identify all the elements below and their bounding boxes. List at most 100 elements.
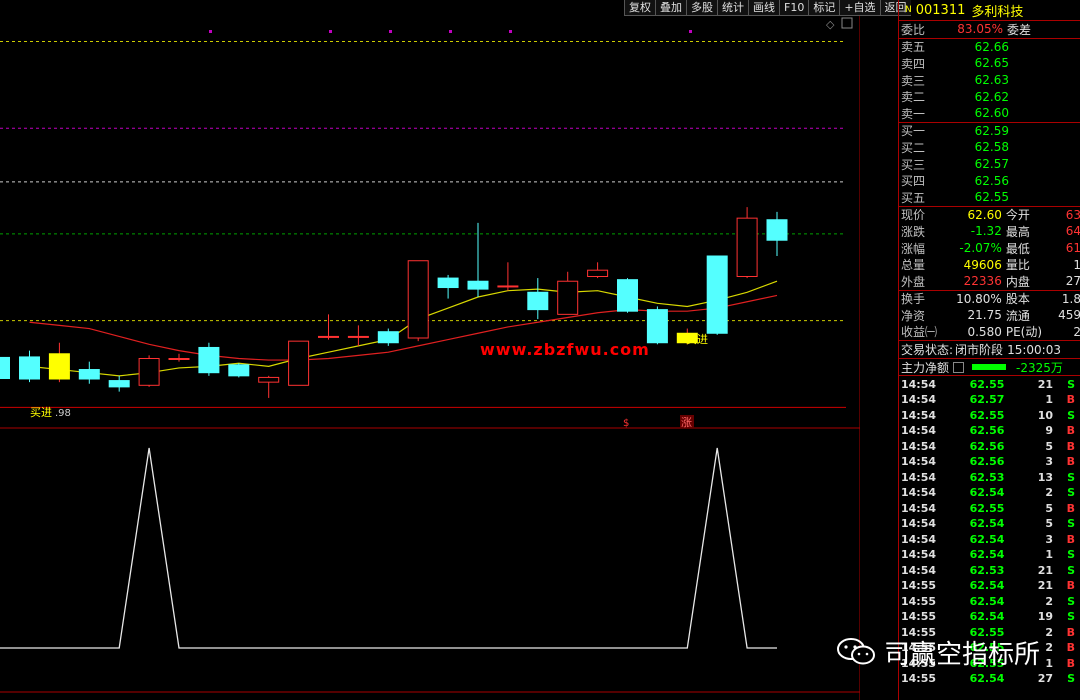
candle-body-down: [377, 331, 399, 344]
ask-level-row[interactable]: 卖四 62.65: [899, 55, 1080, 72]
candle-body-down: [228, 364, 250, 377]
tick-row: 14:54 62.54 2 S: [899, 485, 1080, 501]
candle-body-up: [288, 340, 310, 386]
tick-row: 14:54 62.53 13 S: [899, 469, 1080, 485]
ask-level-row[interactable]: 卖一 62.60: [899, 105, 1080, 122]
tick-volume: 13: [1037, 470, 1053, 484]
trade-status-row: 交易状态: 闭市阶段 15:00:03: [899, 341, 1080, 359]
tick-row: 14:54 62.56 5 B: [899, 438, 1080, 454]
toolbar-button-7[interactable]: +自选: [839, 0, 880, 16]
tick-price: 62.54: [969, 594, 1005, 608]
menu-icon[interactable]: [953, 361, 965, 373]
mark-zhang: 涨: [681, 416, 692, 429]
stock-code: 001311: [915, 2, 966, 18]
stat-label-2: 最高: [1005, 224, 1030, 239]
candle-body-down: [19, 356, 40, 380]
toolbar-button-3[interactable]: 统计: [717, 0, 748, 16]
website-overlay-text: www.zbzfwu.com: [480, 340, 650, 359]
ask-level-row[interactable]: 卖二 62.62: [899, 88, 1080, 105]
candle-body-down: [437, 277, 459, 289]
toolbar-button-4[interactable]: 画线: [748, 0, 779, 16]
stat-value: 49606: [963, 257, 1002, 272]
tick-direction: S: [1067, 470, 1075, 484]
ask-level-price: 62.60: [974, 106, 1009, 121]
tick-price: 62.57: [969, 393, 1005, 407]
tick-direction: B: [1066, 579, 1075, 593]
tick-direction: B: [1066, 424, 1075, 438]
tick-volume: 10: [1037, 408, 1053, 422]
bid-level-row[interactable]: 买一 62.59: [899, 123, 1080, 140]
tick-volume: 21: [1037, 579, 1053, 593]
toolbar-button-0[interactable]: 复权: [624, 0, 655, 16]
weibi-row: 委比 83.05% 委差: [899, 21, 1080, 39]
stat-value-2: 459: [1058, 308, 1080, 323]
tick-direction: B: [1066, 532, 1075, 546]
signal-dot: [209, 30, 212, 33]
ask-level-label: 卖二: [901, 90, 926, 105]
tick-time: 14:55: [901, 610, 937, 624]
ask-level-label: 卖五: [901, 40, 926, 55]
tick-direction: B: [1066, 439, 1075, 453]
candle-body-down: [766, 219, 788, 241]
ask-level-price: 62.62: [974, 89, 1009, 104]
tick-direction: B: [1066, 455, 1075, 469]
tick-time: 14:54: [901, 517, 937, 531]
stat-value-2: 63: [1065, 207, 1080, 222]
stat-label-2: 今开: [1005, 208, 1030, 223]
tick-direction: S: [1067, 594, 1075, 608]
ask-level-row[interactable]: 卖五 62.66: [899, 39, 1080, 56]
ask-level-row[interactable]: 卖三 62.63: [899, 72, 1080, 89]
candle-body-down: [617, 279, 638, 312]
signal-dot: [389, 30, 392, 33]
tick-volume: 2: [1045, 486, 1053, 500]
stat-label-2: 股本: [1005, 292, 1030, 307]
kline-chart-area[interactable]: 76.0074.0072.0070.0068.0066.0064.0062.00…: [0, 0, 860, 700]
tick-time: 14:54: [901, 563, 937, 577]
ask-level-price: 62.63: [974, 73, 1009, 88]
buy-signal-label-2: 买进: [686, 333, 708, 346]
tick-price: 62.54: [969, 610, 1005, 624]
weicha-label: 委差: [1007, 22, 1032, 37]
stock-header[interactable]: N 001311 多利科技: [899, 0, 1080, 21]
candle-body-down: [706, 255, 728, 334]
tick-volume: 3: [1045, 532, 1053, 546]
tick-volume: 3: [1045, 455, 1053, 469]
bid-level-row[interactable]: 买五 62.55: [899, 189, 1080, 206]
tick-direction: S: [1067, 377, 1075, 391]
bid-level-price: 62.57: [974, 157, 1009, 172]
main-net-row[interactable]: 主力净额 -2325万: [899, 359, 1080, 377]
tick-time: 14:54: [901, 532, 937, 546]
window-toggle-icon[interactable]: [841, 17, 853, 29]
bid-level-price: 62.59: [974, 123, 1009, 138]
stat-row: 收益㈠ 0.580PE(动) 2: [899, 324, 1080, 341]
stat-row: 换手 10.80% 股本 1.8: [899, 291, 1080, 308]
tick-time: 14:55: [901, 594, 937, 608]
stat-row: 外盘 22336 内盘 27: [899, 273, 1080, 290]
buy-signal-label: 买进: [30, 406, 52, 419]
stat-value: -2.07%: [959, 241, 1002, 256]
bid-level-label: 买五: [901, 190, 926, 205]
trade-status: 闭市阶段: [955, 343, 1004, 358]
ask-levels: 卖五 62.66 卖四 62.65 卖三 62.63 卖二 62.62 卖一 62.60: [899, 39, 1080, 123]
stat-row: 涨幅 -2.07% 最低 61: [899, 240, 1080, 257]
weibi-value: 83.05%: [957, 22, 1003, 37]
tick-direction: S: [1067, 563, 1075, 577]
tick-volume: 5: [1045, 439, 1053, 453]
stat-label: 外盘: [901, 274, 926, 289]
tick-price: 62.55: [969, 377, 1005, 391]
tick-row: 14:55 62.54 21 B: [899, 578, 1080, 594]
toolbar-button-2[interactable]: 多股: [686, 0, 717, 16]
toolbar-button-5[interactable]: F10: [779, 0, 809, 16]
bid-level-row[interactable]: 买二 62.58: [899, 139, 1080, 156]
diamond-icon[interactable]: ◇: [826, 18, 835, 31]
bid-level-price: 62.58: [974, 140, 1009, 155]
toolbar-button-1[interactable]: 叠加: [655, 0, 686, 16]
candle-body-down: [198, 346, 220, 374]
stat-value: 62.60: [967, 207, 1002, 222]
bid-level-row[interactable]: 买三 62.57: [899, 156, 1080, 173]
toolbar-button-6[interactable]: 标记: [808, 0, 840, 16]
tick-time: 14:54: [901, 393, 937, 407]
tick-direction: S: [1067, 672, 1075, 686]
bid-level-row[interactable]: 买四 62.56: [899, 172, 1080, 189]
stat-value-2: 1.8: [1061, 291, 1080, 306]
